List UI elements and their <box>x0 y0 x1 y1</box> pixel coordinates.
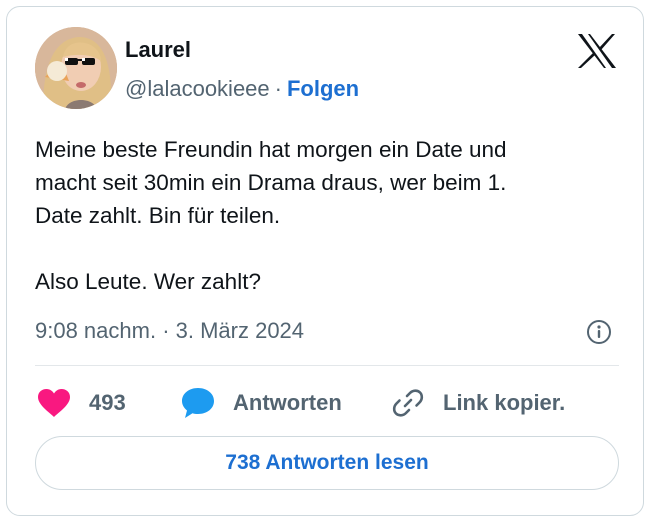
author-handle[interactable]: @lalacookieee <box>125 76 270 101</box>
speech-bubble-icon <box>182 388 214 418</box>
avatar-image <box>35 27 117 109</box>
avatar[interactable] <box>35 27 117 109</box>
info-icon[interactable] <box>586 319 612 345</box>
tweet-text: Meine beste Freundin hat morgen ein Date… <box>35 137 507 294</box>
heart-icon <box>38 389 70 417</box>
follow-link[interactable]: Folgen <box>287 76 359 101</box>
tweet-timestamp[interactable]: 9:08 nachm. · 3. März 2024 <box>35 318 304 344</box>
link-icon <box>392 389 424 417</box>
copy-link-button[interactable]: Link kopier. <box>391 386 565 420</box>
read-replies-button[interactable]: 738 Antworten lesen <box>35 436 619 490</box>
like-button[interactable]: 493 <box>37 386 126 420</box>
divider <box>35 365 619 366</box>
copy-link-label: Link kopier. <box>443 390 566 415</box>
author-name[interactable]: Laurel <box>125 37 191 63</box>
handle-separator: · <box>274 76 282 101</box>
reply-label: Antworten <box>233 390 342 415</box>
reply-button[interactable]: Antworten <box>181 386 342 420</box>
x-logo-icon[interactable] <box>577 33 617 69</box>
like-count: 493 <box>89 390 126 415</box>
author-handle-row: @lalacookieee · Folgen <box>125 76 359 102</box>
tweet-embed-card: Laurel @lalacookieee · Folgen Meine beste … <box>6 6 644 516</box>
